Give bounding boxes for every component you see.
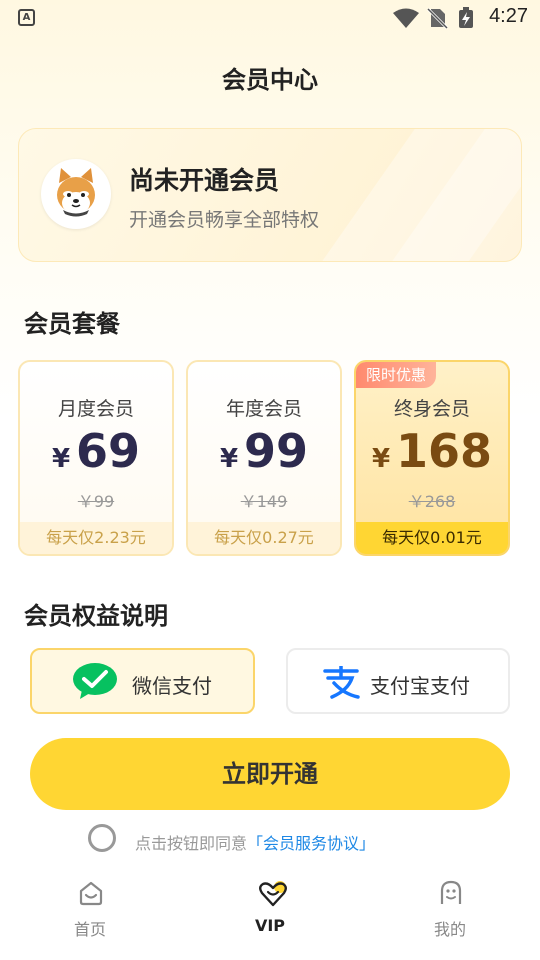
status-time: 4:27 (489, 5, 528, 27)
home-icon (79, 881, 103, 906)
status-bar: A 4:27 (0, 0, 540, 36)
plan-daily-price: 每天仅0.27元 (188, 522, 340, 554)
nav-tab-vip[interactable]: VIP (225, 878, 315, 948)
app-notification-icon: A (18, 9, 35, 26)
plan-original-price: ￥99 (77, 492, 115, 511)
plan-name: 月度会员 (57, 398, 134, 420)
member-status-card: 尚未开通会员 开通会员畅享全部特权 (18, 128, 522, 262)
wifi-icon (393, 8, 419, 28)
wechat-icon (73, 663, 117, 699)
service-agreement-link[interactable]: 「会员服务协议」 (247, 834, 375, 853)
vip-heart-icon (259, 881, 287, 907)
plan-original-price: ￥149 (240, 492, 288, 511)
shiba-dog-avatar-icon (57, 168, 95, 217)
alipay-label: 支付宝支付 (370, 674, 470, 698)
membership-status-subtitle: 开通会员畅享全部特权 (129, 209, 320, 231)
plan-name: 终身会员 (393, 398, 470, 420)
alipay-button[interactable]: 支付宝支付 (286, 648, 510, 714)
wechat-pay-label: 微信支付 (132, 674, 212, 698)
plan-price: ¥69 (51, 424, 141, 478)
battery-charging-icon (459, 7, 473, 28)
agreement-text: 点击按钮即同意「会员服务协议」 (135, 834, 376, 853)
agreement-checkbox[interactable] (88, 824, 116, 852)
plan-name: 年度会员 (225, 398, 302, 420)
nav-tab-profile[interactable]: 我的 (405, 878, 495, 948)
nav-tab-label: 我的 (433, 920, 466, 939)
membership-status-title: 尚未开通会员 (129, 166, 280, 195)
plan-card-lifetime[interactable]: 限时优惠 终身会员 ¥168 ￥268 每天仅0.01元 (354, 360, 510, 556)
plan-price: ¥168 (371, 424, 493, 478)
plan-daily-price: 每天仅0.01元 (356, 522, 508, 554)
page-title: 会员中心 (222, 66, 318, 94)
nav-tab-label: 首页 (73, 920, 106, 939)
plan-price: ¥99 (219, 424, 309, 478)
avatar[interactable] (41, 159, 111, 229)
nav-tab-home[interactable]: 首页 (45, 878, 135, 948)
plan-card-monthly[interactable]: 月度会员 ¥69 ￥99 每天仅2.23元 (18, 360, 174, 556)
benefits-section-title[interactable]: 会员权益说明 (24, 596, 168, 631)
plans-section-title: 会员套餐 (24, 310, 120, 338)
wechat-pay-button[interactable]: 微信支付 (30, 648, 255, 714)
limited-offer-badge: 限时优惠 (356, 362, 437, 388)
nav-tab-label: VIP (254, 916, 286, 935)
plan-daily-price: 每天仅2.23元 (20, 522, 172, 554)
plan-original-price: ￥268 (408, 492, 456, 511)
alipay-icon (323, 666, 360, 699)
activate-membership-button[interactable]: 立即开通 (30, 738, 510, 810)
profile-icon (440, 880, 462, 904)
no-sim-icon (426, 7, 448, 29)
plan-card-yearly[interactable]: 年度会员 ¥99 ￥149 每天仅0.27元 (186, 360, 342, 556)
